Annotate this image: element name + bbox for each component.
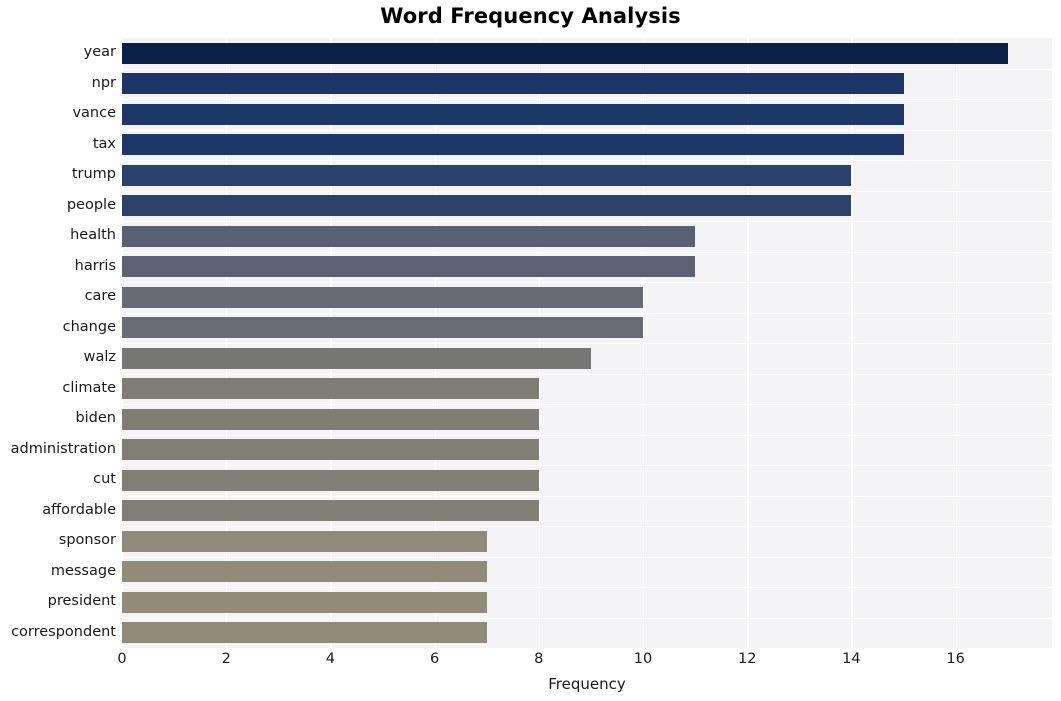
y-tick-label-cut: cut bbox=[93, 471, 116, 488]
x-tick-label: 2 bbox=[221, 651, 231, 667]
bar-message bbox=[122, 561, 487, 583]
bar-npr bbox=[122, 73, 904, 95]
bar-trump bbox=[122, 164, 852, 186]
y-tick-label-climate: climate bbox=[62, 379, 116, 396]
y-tick-label-message: message bbox=[50, 562, 116, 579]
y-tick-label-biden: biden bbox=[75, 410, 116, 427]
bar-people bbox=[122, 195, 852, 217]
bar-correspondent bbox=[122, 622, 487, 644]
y-tick-label-npr: npr bbox=[91, 74, 116, 91]
y-tick-label-administration: administration bbox=[10, 440, 116, 457]
bar-year bbox=[122, 42, 1008, 64]
bar-vance bbox=[122, 103, 904, 125]
y-tick-label-harris: harris bbox=[74, 257, 116, 274]
y-tick-label-sponsor: sponsor bbox=[58, 532, 116, 549]
bar-biden bbox=[122, 408, 539, 430]
bar-sponsor bbox=[122, 530, 487, 552]
bar-walz bbox=[122, 347, 591, 369]
y-tick-label-year: year bbox=[83, 44, 116, 61]
x-tick-label: 4 bbox=[325, 651, 336, 667]
y-tick-label-vance: vance bbox=[72, 105, 116, 122]
x-tick-label: 8 bbox=[534, 651, 544, 667]
x-tick-label: 12 bbox=[737, 651, 757, 667]
x-tick-label: 14 bbox=[842, 651, 861, 667]
y-tick-label-change: change bbox=[62, 318, 116, 335]
bar-harris bbox=[122, 256, 696, 278]
y-tick-label-trump: trump bbox=[71, 166, 116, 183]
y-tick-label-tax: tax bbox=[92, 135, 116, 152]
bar-climate bbox=[122, 378, 539, 400]
bar-administration bbox=[122, 439, 539, 461]
y-tick-label-people: people bbox=[66, 196, 116, 213]
bar-change bbox=[122, 317, 643, 339]
bar-president bbox=[122, 591, 487, 613]
x-axis-label: Frequency bbox=[548, 675, 626, 693]
bar-health bbox=[122, 225, 696, 247]
plot-area bbox=[122, 38, 1052, 648]
x-tick-label: 0 bbox=[117, 651, 127, 667]
x-tick-label: 16 bbox=[946, 651, 965, 667]
y-tick-label-walz: walz bbox=[83, 349, 116, 366]
y-tick-label-health: health bbox=[70, 227, 116, 244]
y-tick-label-care: care bbox=[84, 288, 116, 305]
chart-title: Word Frequency Analysis bbox=[380, 4, 681, 28]
word-frequency-chart-figure: Word Frequency Analysis year npr vance tax t… bbox=[0, 0, 1061, 701]
bar-tax bbox=[122, 134, 904, 156]
y-tick-label-affordable: affordable bbox=[42, 501, 116, 518]
y-tick-label-correspondent: correspondent bbox=[11, 623, 116, 640]
x-axis-tick-labels: 0 2 4 6 8 10 12 14 16 bbox=[0, 652, 1061, 674]
y-axis-tick-labels: year npr vance tax trump people health harris ca… bbox=[0, 38, 116, 648]
bar-affordable bbox=[122, 500, 539, 522]
x-tick-label: 10 bbox=[633, 651, 653, 667]
y-tick-label-president: president bbox=[47, 593, 116, 610]
x-tick-label: 6 bbox=[429, 651, 440, 667]
bars-group bbox=[122, 38, 1052, 648]
bar-care bbox=[122, 286, 643, 308]
bar-cut bbox=[122, 469, 539, 491]
